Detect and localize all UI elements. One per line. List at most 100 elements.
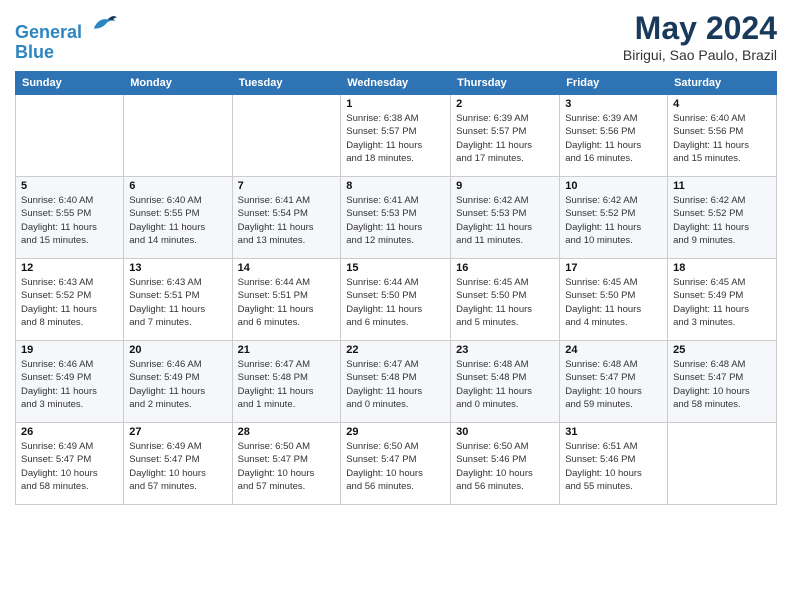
- day-number: 8: [346, 180, 445, 192]
- day-number: 6: [129, 180, 226, 192]
- table-row: [232, 95, 341, 177]
- day-number: 5: [21, 180, 118, 192]
- day-info: Sunrise: 6:44 AM Sunset: 5:50 PM Dayligh…: [346, 276, 445, 329]
- day-info: Sunrise: 6:41 AM Sunset: 5:54 PM Dayligh…: [238, 194, 336, 247]
- day-info: Sunrise: 6:38 AM Sunset: 5:57 PM Dayligh…: [346, 112, 445, 165]
- day-number: 2: [456, 98, 554, 110]
- day-number: 22: [346, 344, 445, 356]
- table-row: 26Sunrise: 6:49 AM Sunset: 5:47 PM Dayli…: [16, 423, 124, 505]
- title-block: May 2024 Birigui, Sao Paulo, Brazil: [623, 10, 777, 63]
- logo-line2: Blue: [15, 42, 54, 62]
- table-row: 31 Sunrise: 6:51 AM Sunset: 5:46 PM Dayli…: [560, 423, 668, 505]
- day-info: Sunrise: 6:49 AM Sunset: 5:47 PM Dayligh…: [21, 440, 118, 493]
- day-info: Sunrise: 6:43 AM Sunset: 5:51 PM Dayligh…: [129, 276, 226, 329]
- table-row: [16, 95, 124, 177]
- day-info: Sunrise: 6:39 AM Sunset: 5:56 PM Dayligh…: [565, 112, 662, 165]
- day-info: Sunrise: 6:40 AM Sunset: 5:55 PM Dayligh…: [129, 194, 226, 247]
- day-number: 30: [456, 426, 554, 438]
- page: General Blue May 2024 Birigui, Sao Paulo…: [0, 0, 792, 612]
- day-info: Sunrise: 6:45 AM Sunset: 5:50 PM Dayligh…: [456, 276, 554, 329]
- day-number: 17: [565, 262, 662, 274]
- month-title: May 2024: [623, 10, 777, 47]
- table-row: [668, 423, 777, 505]
- logo-text: General Blue: [15, 10, 117, 63]
- day-info: Sunrise: 6:49 AM Sunset: 5:47 PM Dayligh…: [129, 440, 226, 493]
- day-info: Sunrise: 6:47 AM Sunset: 5:48 PM Dayligh…: [238, 358, 336, 411]
- table-row: 14 Sunrise: 6:44 AM Sunset: 5:51 PM Dayli…: [232, 259, 341, 341]
- calendar-week-row: 19 Sunrise: 6:46 AM Sunset: 5:49 PM Dayli…: [16, 341, 777, 423]
- table-row: 19Sunrise: 6:46 AM Sunset: 5:49 PM Dayli…: [16, 341, 124, 423]
- table-row: 8 Sunrise: 6:41 AM Sunset: 5:53 PM Daylig…: [341, 177, 451, 259]
- header-sunday: Sunday: [16, 72, 124, 95]
- location: Birigui, Sao Paulo, Brazil: [623, 47, 777, 63]
- calendar-week-row: 12 Sunrise: 6:43 AM Sunset: 5:52 PM Dayli…: [16, 259, 777, 341]
- table-row: 22 Sunrise: 6:47 AM Sunset: 5:48 PM Dayli…: [341, 341, 451, 423]
- table-row: 5Sunrise: 6:40 AM Sunset: 5:55 PM Daylig…: [16, 177, 124, 259]
- table-row: [124, 95, 232, 177]
- table-row: 17 Sunrise: 6:45 AM Sunset: 5:50 PM Dayli…: [560, 259, 668, 341]
- table-row: 16 Sunrise: 6:45 AM Sunset: 5:50 PM Dayli…: [451, 259, 560, 341]
- day-info: Sunrise: 6:45 AM Sunset: 5:50 PM Dayligh…: [565, 276, 662, 329]
- calendar-week-row: 5 Sunrise: 6:40 AM Sunset: 5:55 PM Daylig…: [16, 177, 777, 259]
- day-info: Sunrise: 6:51 AM Sunset: 5:46 PM Dayligh…: [565, 440, 662, 493]
- table-row: 27Sunrise: 6:49 AM Sunset: 5:47 PM Dayli…: [124, 423, 232, 505]
- day-number: 4: [673, 98, 771, 110]
- day-number: 31: [565, 426, 662, 438]
- logo-bird-icon: [89, 10, 117, 38]
- table-row: 29 Sunrise: 6:50 AM Sunset: 5:47 PM Dayli…: [341, 423, 451, 505]
- day-info: Sunrise: 6:50 AM Sunset: 5:47 PM Dayligh…: [238, 440, 336, 493]
- table-row: 2 Sunrise: 6:39 AM Sunset: 5:57 PM Daylig…: [451, 95, 560, 177]
- header-tuesday: Tuesday: [232, 72, 341, 95]
- day-info: Sunrise: 6:48 AM Sunset: 5:48 PM Dayligh…: [456, 358, 554, 411]
- table-row: 18Sunrise: 6:45 AM Sunset: 5:49 PM Dayli…: [668, 259, 777, 341]
- header-saturday: Saturday: [668, 72, 777, 95]
- day-info: Sunrise: 6:40 AM Sunset: 5:56 PM Dayligh…: [673, 112, 771, 165]
- weekday-header-row: Sunday Monday Tuesday Wednesday Thursday…: [16, 72, 777, 95]
- day-number: 15: [346, 262, 445, 274]
- day-number: 20: [129, 344, 226, 356]
- day-number: 19: [21, 344, 118, 356]
- day-number: 3: [565, 98, 662, 110]
- day-number: 18: [673, 262, 771, 274]
- day-info: Sunrise: 6:41 AM Sunset: 5:53 PM Dayligh…: [346, 194, 445, 247]
- day-info: Sunrise: 6:48 AM Sunset: 5:47 PM Dayligh…: [673, 358, 771, 411]
- calendar-week-row: 26Sunrise: 6:49 AM Sunset: 5:47 PM Dayli…: [16, 423, 777, 505]
- day-number: 21: [238, 344, 336, 356]
- header-wednesday: Wednesday: [341, 72, 451, 95]
- calendar-week-row: 1Sunrise: 6:38 AM Sunset: 5:57 PM Daylig…: [16, 95, 777, 177]
- table-row: 21 Sunrise: 6:47 AM Sunset: 5:48 PM Dayli…: [232, 341, 341, 423]
- day-number: 29: [346, 426, 445, 438]
- day-number: 13: [129, 262, 226, 274]
- table-row: 7 Sunrise: 6:41 AM Sunset: 5:54 PM Daylig…: [232, 177, 341, 259]
- logo: General Blue: [15, 10, 117, 63]
- day-info: Sunrise: 6:39 AM Sunset: 5:57 PM Dayligh…: [456, 112, 554, 165]
- day-info: Sunrise: 6:42 AM Sunset: 5:52 PM Dayligh…: [565, 194, 662, 247]
- table-row: 10 Sunrise: 6:42 AM Sunset: 5:52 PM Dayli…: [560, 177, 668, 259]
- day-number: 12: [21, 262, 118, 274]
- day-number: 24: [565, 344, 662, 356]
- day-info: Sunrise: 6:43 AM Sunset: 5:52 PM Dayligh…: [21, 276, 118, 329]
- header-monday: Monday: [124, 72, 232, 95]
- table-row: 15 Sunrise: 6:44 AM Sunset: 5:50 PM Dayli…: [341, 259, 451, 341]
- day-number: 9: [456, 180, 554, 192]
- header: General Blue May 2024 Birigui, Sao Paulo…: [15, 10, 777, 63]
- day-info: Sunrise: 6:47 AM Sunset: 5:48 PM Dayligh…: [346, 358, 445, 411]
- table-row: 12 Sunrise: 6:43 AM Sunset: 5:52 PM Dayli…: [16, 259, 124, 341]
- day-number: 14: [238, 262, 336, 274]
- day-number: 10: [565, 180, 662, 192]
- day-info: Sunrise: 6:44 AM Sunset: 5:51 PM Dayligh…: [238, 276, 336, 329]
- day-number: 23: [456, 344, 554, 356]
- day-number: 28: [238, 426, 336, 438]
- day-number: 25: [673, 344, 771, 356]
- calendar-table: Sunday Monday Tuesday Wednesday Thursday…: [15, 71, 777, 505]
- table-row: 25 Sunrise: 6:48 AM Sunset: 5:47 PM Dayli…: [668, 341, 777, 423]
- day-number: 16: [456, 262, 554, 274]
- table-row: 23 Sunrise: 6:48 AM Sunset: 5:48 PM Dayli…: [451, 341, 560, 423]
- day-info: Sunrise: 6:42 AM Sunset: 5:52 PM Dayligh…: [673, 194, 771, 247]
- day-number: 11: [673, 180, 771, 192]
- table-row: 20 Sunrise: 6:46 AM Sunset: 5:49 PM Dayli…: [124, 341, 232, 423]
- table-row: 30Sunrise: 6:50 AM Sunset: 5:46 PM Dayli…: [451, 423, 560, 505]
- day-info: Sunrise: 6:50 AM Sunset: 5:47 PM Dayligh…: [346, 440, 445, 493]
- day-info: Sunrise: 6:46 AM Sunset: 5:49 PM Dayligh…: [129, 358, 226, 411]
- day-number: 7: [238, 180, 336, 192]
